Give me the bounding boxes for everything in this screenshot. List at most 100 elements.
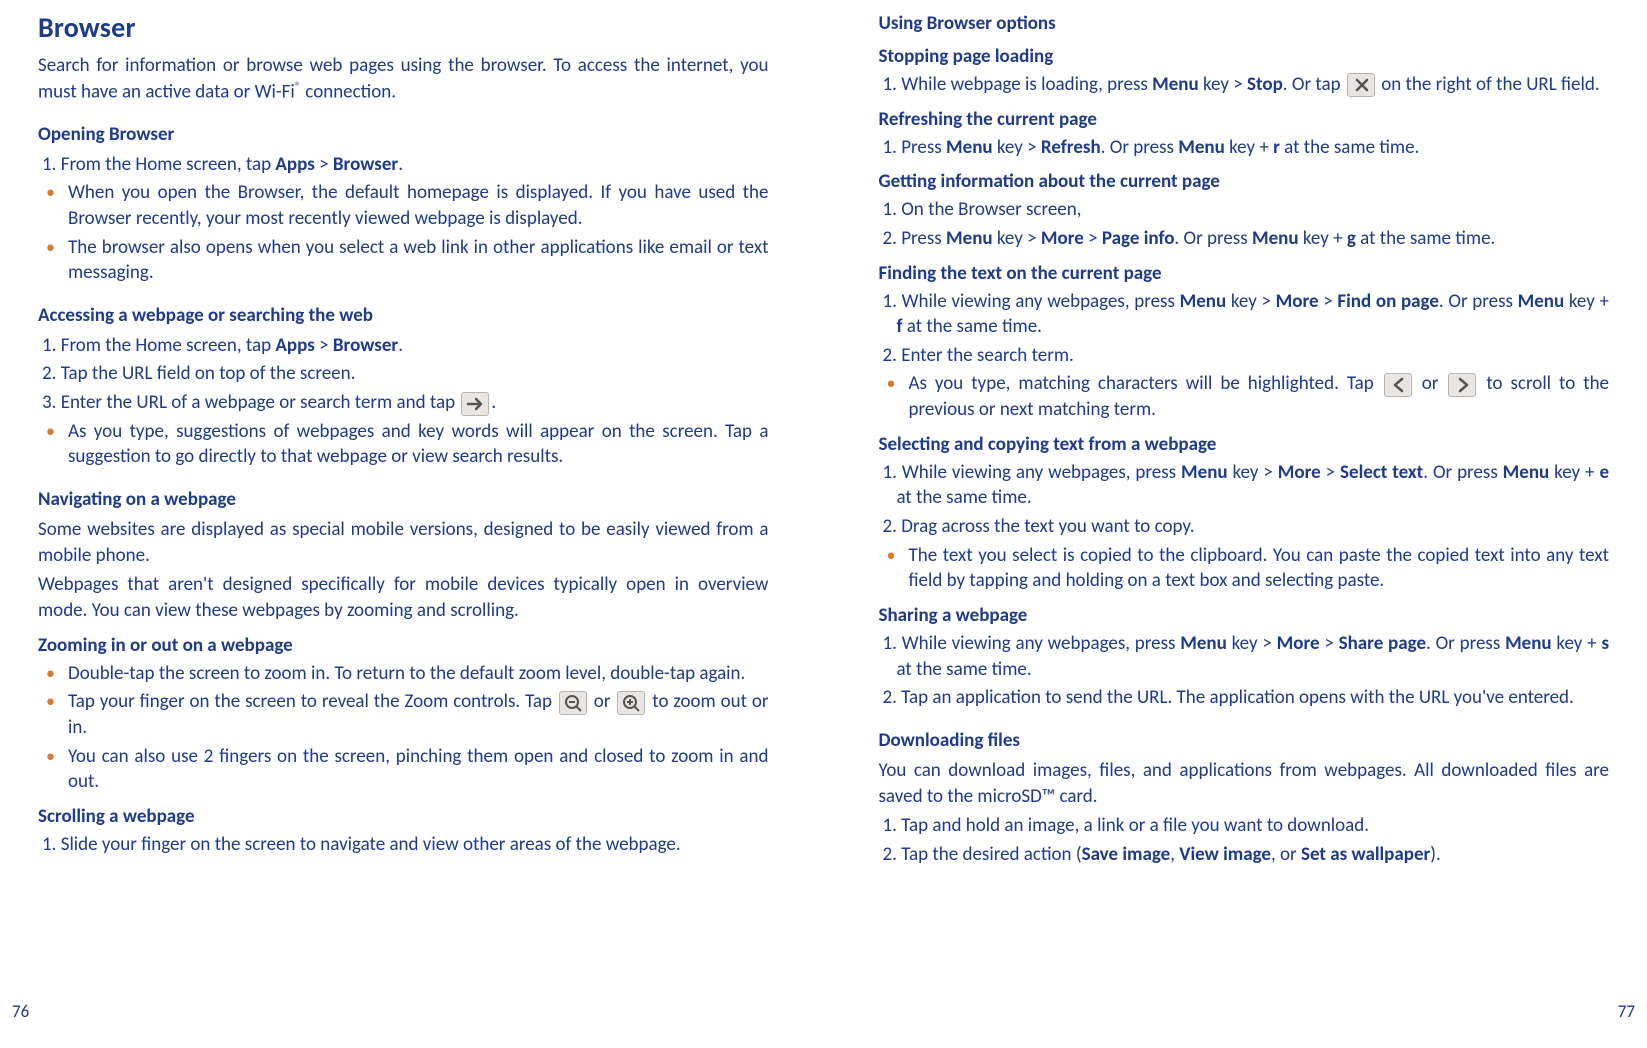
intro-text: Search for information or browse web pag… (38, 53, 769, 105)
step-access-3: 3. Enter the URL of a webpage or search … (42, 390, 769, 416)
step-info-2: 2. Press Menu key > More > Page info. Or… (883, 226, 1610, 252)
bold: Browser (333, 153, 398, 176)
txt: . Or press (1101, 136, 1179, 159)
step-dl-2: 2. Tap the desired action (Save image, V… (883, 842, 1610, 868)
txt: , (1170, 843, 1179, 866)
bold: Menu (946, 227, 993, 250)
bold: Menu (1503, 461, 1550, 484)
page-right-content: Using Browser options Stopping page load… (879, 10, 1610, 1028)
bold: More (1278, 461, 1321, 484)
txt: key > (993, 136, 1041, 159)
txt: key > (1199, 73, 1247, 96)
txt: > (315, 153, 333, 176)
txt: > (1320, 632, 1339, 655)
txt: . Or tap (1283, 73, 1345, 96)
heading-navigating: Navigating on a webpage (38, 488, 769, 511)
step-refresh-1: 1. Press Menu key > Refresh. Or press Me… (883, 135, 1610, 161)
bold: Share page (1339, 632, 1426, 655)
txt: key + (1564, 290, 1609, 313)
txt: or (1414, 372, 1447, 395)
txt: . (398, 334, 403, 357)
subhead-scroll: Scrolling a webpage (38, 805, 769, 828)
txt: at the same time. (903, 315, 1042, 338)
bullet-sel-1: The text you select is copied to the cli… (883, 543, 1610, 594)
bold: Menu (1180, 290, 1227, 313)
heading-options: Using Browser options (879, 12, 1610, 35)
heading-accessing: Accessing a webpage or searching the web (38, 304, 769, 327)
bold: Set as wallpaper (1301, 843, 1430, 866)
txt: key + (1552, 632, 1602, 655)
step-share-2: 2. Tap an application to send the URL. T… (883, 685, 1610, 711)
bold: Menu (1178, 136, 1225, 159)
txt: 3. Enter the URL of a webpage or search … (42, 391, 459, 414)
bold: Browser (333, 334, 398, 357)
step-scroll-1: 1. Slide your finger on the screen to na… (42, 832, 769, 858)
txt: on the right of the URL field. (1377, 73, 1600, 96)
bold: Menu (1518, 290, 1565, 313)
page-spread: Browser Search for information or browse… (0, 10, 1647, 1028)
zoom-out-icon (559, 691, 587, 715)
zoom-in-icon (617, 691, 645, 715)
subhead-refresh: Refreshing the current page (879, 108, 1610, 131)
bold: e (1599, 461, 1609, 484)
subhead-find: Finding the text on the current page (879, 262, 1610, 285)
bold: Apps (275, 334, 314, 357)
arrow-left-icon (1384, 373, 1412, 397)
go-arrow-icon (461, 392, 489, 416)
stop-x-icon (1347, 73, 1375, 97)
bullet-zoom-2: Tap your finger on the screen to reveal … (42, 689, 769, 740)
bold: More (1276, 290, 1319, 313)
txt: , or (1271, 843, 1301, 866)
bullet-open-2: The browser also opens when you select a… (42, 235, 769, 286)
txt: Tap your finger on the screen to reveal … (68, 690, 557, 713)
bold: Menu (1252, 227, 1299, 250)
bold: Menu (1505, 632, 1552, 655)
bold: Select text (1340, 461, 1423, 484)
bold: Menu (946, 136, 993, 159)
heading-opening-browser: Opening Browser (38, 123, 769, 146)
subhead-share: Sharing a webpage (879, 604, 1610, 627)
subhead-stop: Stopping page loading (879, 45, 1610, 68)
bullet-access-1: As you type, suggestions of webpages and… (42, 419, 769, 470)
txt: at the same time. (1280, 136, 1419, 159)
bold: View image (1179, 843, 1271, 866)
step-info-1: 1. On the Browser screen, (883, 197, 1610, 223)
page-number-left: 76 (12, 1001, 29, 1022)
title-browser: Browser (38, 10, 769, 45)
download-p: You can download images, files, and appl… (879, 758, 1610, 809)
txt: 1. While viewing any webpages, press (883, 290, 1180, 313)
step-open-1: 1. From the Home screen, tap Apps > Brow… (42, 152, 769, 178)
txt: ). (1430, 843, 1441, 866)
txt: at the same time. (1356, 227, 1495, 250)
txt: key > (1228, 461, 1278, 484)
txt: 1. While viewing any webpages, press (883, 461, 1182, 484)
bullet-zoom-1: Double-tap the screen to zoom in. To ret… (42, 661, 769, 687)
txt: key + (1225, 136, 1273, 159)
bold: Refresh (1041, 136, 1101, 159)
txt: at the same time. (897, 658, 1032, 681)
txt: . Or press (1426, 632, 1505, 655)
txt: key > (1227, 632, 1277, 655)
bold: Find on page (1337, 290, 1439, 313)
txt: key > (993, 227, 1041, 250)
bold: s (1601, 632, 1609, 655)
txt: 2. Tap the desired action ( (883, 843, 1082, 866)
subhead-pageinfo: Getting information about the current pa… (879, 170, 1610, 193)
bullet-open-1: When you open the Browser, the default h… (42, 180, 769, 231)
txt: > (1084, 227, 1102, 250)
subhead-zoom: Zooming in or out on a webpage (38, 634, 769, 657)
txt: . Or press (1174, 227, 1252, 250)
txt: . Or press (1423, 461, 1502, 484)
step-dl-1: 1. Tap and hold an image, a link or a fi… (883, 813, 1610, 839)
bold: Page info (1102, 227, 1174, 250)
bold: r (1273, 136, 1280, 159)
step-stop-1: 1. While webpage is loading, press Menu … (883, 72, 1610, 98)
subhead-select: Selecting and copying text from a webpag… (879, 433, 1610, 456)
step-share-1: 1. While viewing any webpages, press Men… (883, 631, 1610, 682)
bold: Save image (1082, 843, 1171, 866)
txt: or (589, 690, 615, 713)
step-sel-1: 1. While viewing any webpages, press Men… (883, 460, 1610, 511)
txt: > (315, 334, 333, 357)
page-left: Browser Search for information or browse… (0, 10, 824, 1028)
txt: key + (1549, 461, 1599, 484)
